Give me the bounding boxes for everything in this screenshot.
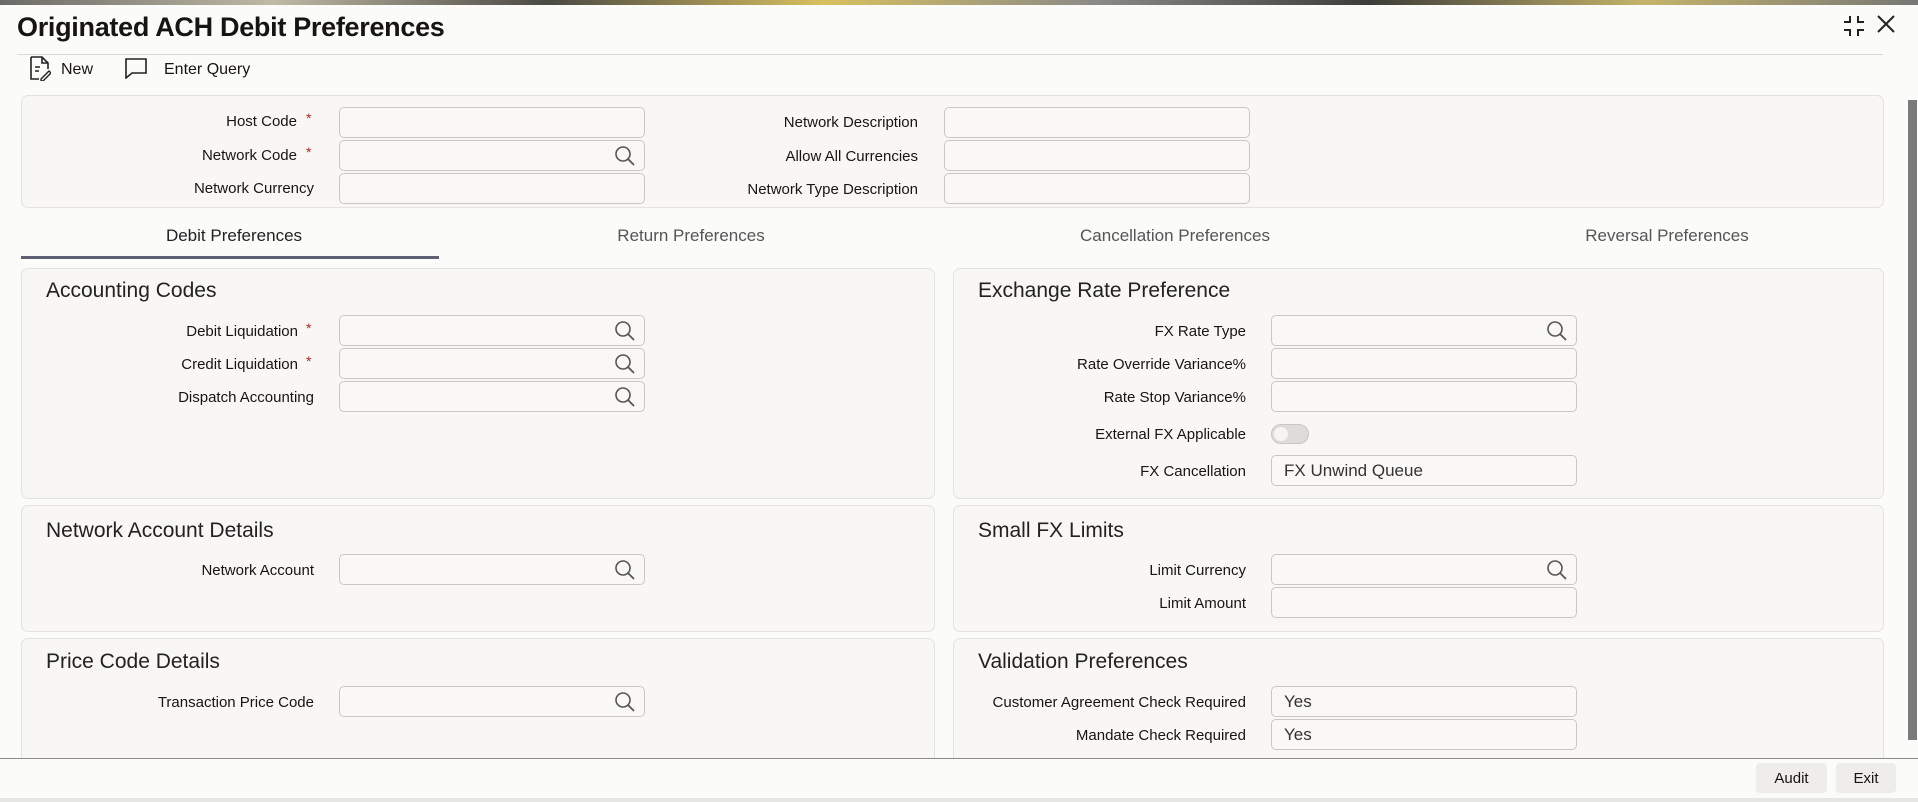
bottom-edge — [0, 798, 1918, 802]
transaction-price-code-label: Transaction Price Code — [157, 694, 314, 711]
exchange-rate-title: Exchange Rate Preference — [978, 279, 1231, 302]
required-marker: * — [306, 320, 312, 336]
allow-all-currencies-input[interactable] — [944, 140, 1250, 171]
fx-rate-type-input[interactable] — [1271, 315, 1577, 346]
tab-cancellation-preferences[interactable]: Cancellation Preferences — [955, 226, 1395, 246]
allow-all-currencies-label: Allow All Currencies — [785, 148, 918, 165]
search-icon — [1546, 559, 1568, 581]
search-icon — [1546, 320, 1568, 342]
transaction-price-code-input[interactable] — [339, 686, 645, 717]
vertical-scrollbar[interactable] — [1908, 100, 1917, 740]
network-currency-input[interactable] — [339, 173, 645, 204]
required-marker: * — [306, 144, 312, 160]
rate-override-variance-input[interactable] — [1271, 348, 1577, 379]
rate-stop-variance-label: Rate Stop Variance% — [1103, 389, 1246, 406]
network-type-description-input[interactable] — [944, 173, 1250, 204]
new-button[interactable]: New — [29, 55, 94, 82]
close-icon[interactable] — [1874, 12, 1898, 43]
fx-cancellation-input[interactable]: FX Unwind Queue — [1271, 455, 1577, 486]
search-icon — [614, 353, 636, 375]
network-description-label: Network Description — [783, 114, 918, 131]
rate-override-variance-label: Rate Override Variance% — [1077, 356, 1246, 373]
external-fx-applicable-toggle[interactable] — [1271, 424, 1309, 444]
dispatch-accounting-input[interactable] — [339, 381, 645, 412]
mandate-check-input[interactable]: Yes — [1271, 719, 1577, 750]
limit-currency-label: Limit Currency — [1149, 562, 1246, 579]
limit-currency-input[interactable] — [1271, 554, 1577, 585]
new-label: New — [61, 61, 94, 78]
limit-amount-input[interactable] — [1271, 587, 1577, 618]
network-account-input[interactable] — [339, 554, 645, 585]
rate-stop-variance-input[interactable] — [1271, 381, 1577, 412]
debit-liquidation-input[interactable] — [339, 315, 645, 346]
dispatch-accounting-label: Dispatch Accounting — [178, 389, 314, 406]
divider — [17, 54, 1883, 55]
top-banner-strip — [0, 0, 1918, 5]
search-icon — [614, 691, 636, 713]
accounting-codes-title: Accounting Codes — [46, 279, 217, 302]
tab-debit-preferences[interactable]: Debit Preferences — [21, 226, 447, 246]
price-code-title: Price Code Details — [46, 650, 220, 673]
small-fx-title: Small FX Limits — [978, 519, 1124, 542]
network-currency-label: Network Currency — [193, 180, 314, 197]
search-icon — [614, 386, 636, 408]
credit-liquidation-input[interactable] — [339, 348, 645, 379]
audit-button[interactable]: Audit — [1756, 763, 1827, 793]
chat-bubble-icon — [124, 57, 148, 84]
credit-liquidation-label: Credit Liquidation — [181, 356, 298, 373]
host-code-input[interactable] — [339, 107, 645, 138]
new-document-icon — [29, 55, 52, 86]
fx-cancellation-label: FX Cancellation — [1140, 463, 1246, 480]
search-icon — [614, 559, 636, 581]
tab-reversal-preferences[interactable]: Reversal Preferences — [1447, 226, 1887, 246]
network-code-input[interactable] — [339, 140, 645, 171]
network-code-label: Network Code — [201, 147, 297, 164]
validation-title: Validation Preferences — [978, 650, 1188, 673]
network-type-description-label: Network Type Description — [747, 181, 918, 198]
customer-agreement-input[interactable]: Yes — [1271, 686, 1577, 717]
search-icon — [614, 145, 636, 167]
search-icon — [614, 320, 636, 342]
customer-agreement-label: Customer Agreement Check Required — [992, 694, 1246, 711]
enter-query-label: Enter Query — [164, 61, 251, 78]
network-account-title: Network Account Details — [46, 519, 274, 542]
active-tab-underline — [21, 256, 439, 259]
network-description-input[interactable] — [944, 107, 1250, 138]
mandate-check-label: Mandate Check Required — [1075, 727, 1246, 744]
external-fx-applicable-label: External FX Applicable — [1095, 426, 1246, 443]
minimize-icon[interactable] — [1842, 14, 1866, 45]
tab-return-preferences[interactable]: Return Preferences — [471, 226, 911, 246]
network-account-label: Network Account — [201, 562, 314, 579]
required-marker: * — [306, 353, 312, 369]
required-marker: * — [306, 110, 312, 126]
debit-liquidation-label: Debit Liquidation — [186, 323, 298, 340]
footer-bar — [0, 758, 1918, 802]
page-title: Originated ACH Debit Preferences — [17, 12, 445, 42]
host-code-label: Host Code — [226, 113, 297, 130]
exit-button[interactable]: Exit — [1836, 763, 1896, 793]
enter-query-button[interactable]: Enter Query — [124, 57, 251, 84]
fx-rate-type-label: FX Rate Type — [1154, 323, 1246, 340]
limit-amount-label: Limit Amount — [1159, 595, 1246, 612]
